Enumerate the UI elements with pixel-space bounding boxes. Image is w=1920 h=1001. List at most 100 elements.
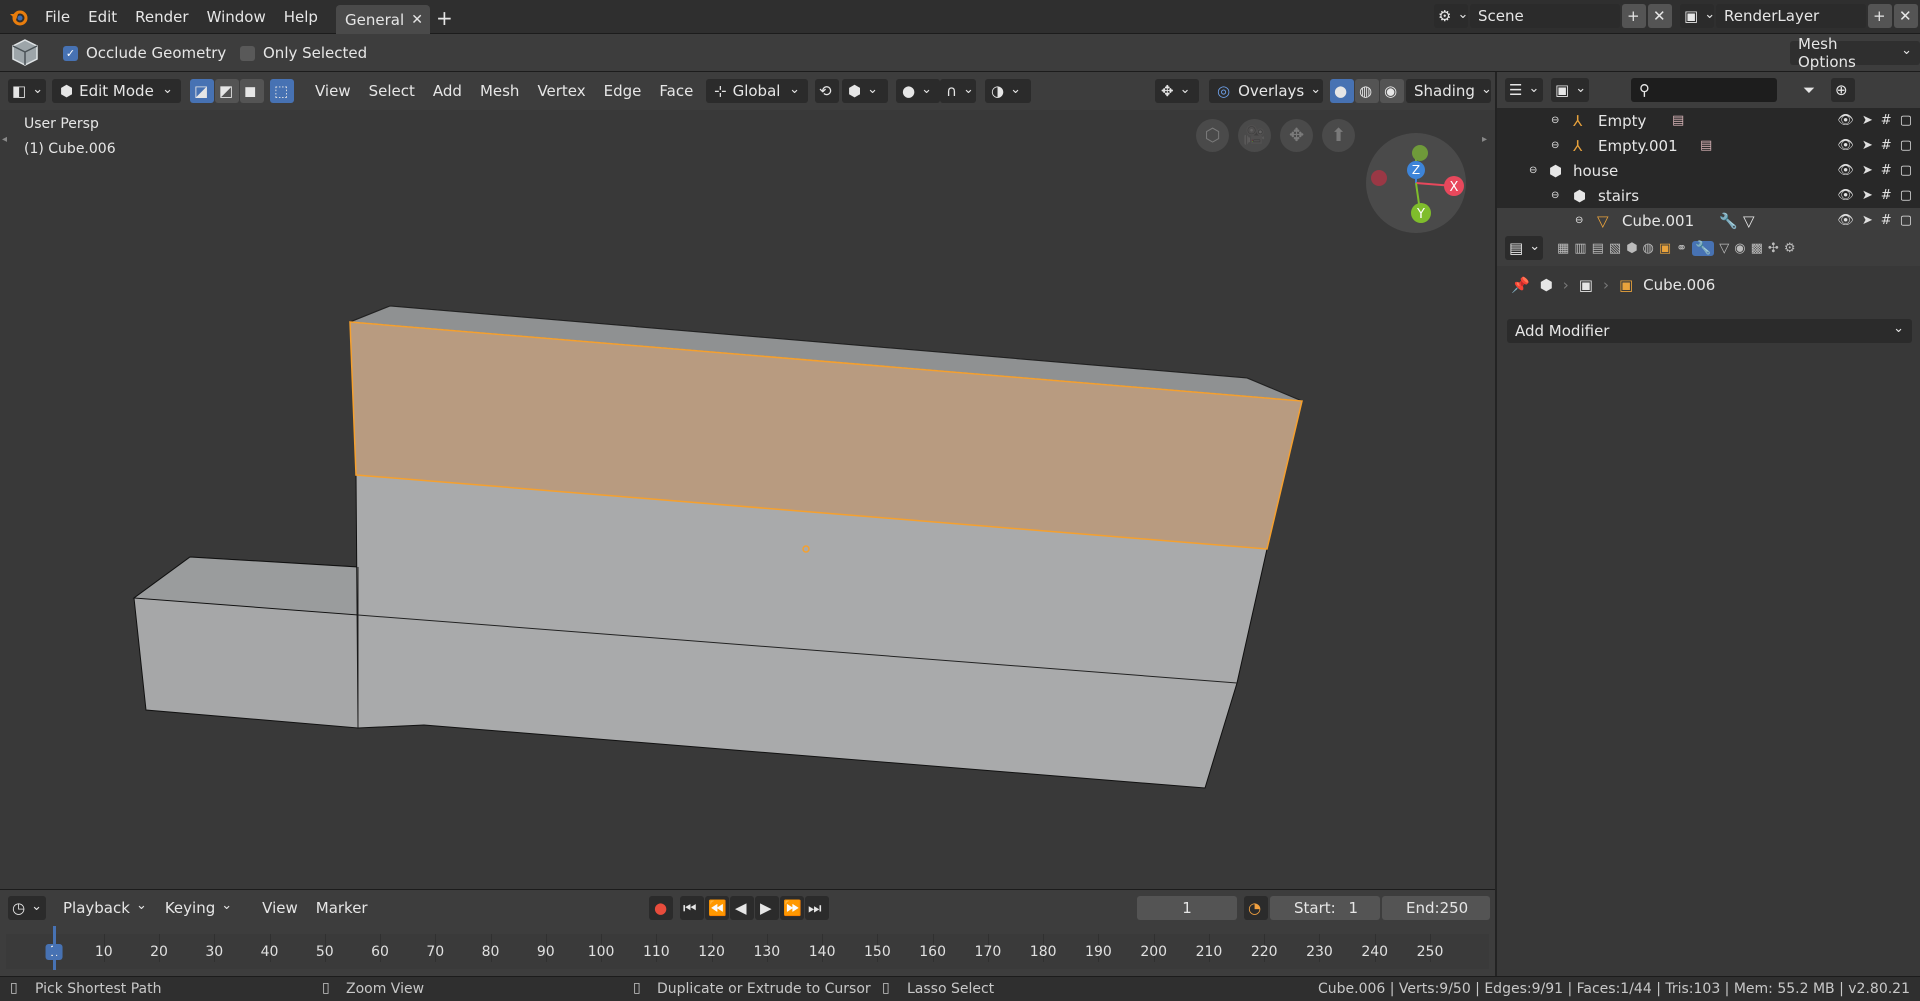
eye-icon[interactable]: 👁 [1837, 113, 1854, 128]
render-disable-icon[interactable]: ▢ [1900, 113, 1912, 128]
output-tab-icon[interactable]: ▤ [1592, 241, 1604, 256]
world-tab-icon[interactable]: ◍ [1643, 241, 1654, 256]
add-modifier-dropdown[interactable]: Add Modifier [1507, 319, 1912, 343]
outliner-row-house[interactable]: ⊖ ⬢ house 👁 ➤ # ▢ [1497, 158, 1920, 183]
render-layer-name-field[interactable]: RenderLayer [1716, 4, 1866, 28]
outliner-item-label[interactable]: Empty [1598, 112, 1646, 130]
outliner-row-stairs[interactable]: ⊖ ⬢ stairs 👁 ➤ # ▢ [1497, 183, 1920, 208]
texture-tab-icon[interactable]: ▩ [1751, 241, 1763, 256]
expand-icon[interactable]: ⊖ [1575, 215, 1583, 226]
jump-keyframe-forward-icon[interactable]: ⏩ [780, 896, 804, 920]
frame-ruler[interactable]: 1102030405060708090100110120130140150160… [6, 934, 1489, 969]
new-collection-icon[interactable]: ⊕ [1831, 78, 1856, 102]
mesh-object[interactable] [0, 72, 1495, 889]
eye-icon[interactable]: 👁 [1837, 188, 1854, 203]
scene-browse-button[interactable]: ⚙ [1434, 4, 1468, 28]
start-frame-field[interactable]: Start: 1 [1270, 896, 1380, 920]
record-icon[interactable]: ● [649, 896, 673, 920]
outliner-item-label[interactable]: house [1573, 162, 1618, 180]
pin-icon[interactable]: 📌 [1511, 276, 1530, 294]
render-disable-icon[interactable]: ▢ [1900, 138, 1912, 153]
blender-logo-icon[interactable] [8, 6, 30, 28]
outliner-row-empty-001[interactable]: ⊖ ⅄ Empty.001 ▤ 👁 ➤ # ▢ [1497, 133, 1920, 158]
menu-window[interactable]: Window [198, 4, 275, 30]
outliner-row-empty[interactable]: ⊖ ⅄ Empty ▤ 👁 ➤ # ▢ [1497, 108, 1920, 133]
menu-marker[interactable]: Marker [307, 895, 377, 921]
scene-name-field[interactable]: Scene [1470, 4, 1620, 28]
modifier-tab-icon[interactable]: 🔧 [1692, 240, 1715, 256]
select-icon[interactable]: ➤ [1862, 163, 1873, 178]
eye-icon[interactable]: 👁 [1837, 163, 1854, 178]
eye-icon[interactable]: 👁 [1837, 138, 1854, 153]
display-mode-icon[interactable]: ▣ [1551, 78, 1589, 102]
outliner-item-label[interactable]: stairs [1598, 187, 1639, 205]
view-layer-tab-icon[interactable]: ▧ [1609, 241, 1621, 256]
menu-edit[interactable]: Edit [79, 4, 126, 30]
timeline-editor-type-icon[interactable]: ◷ [8, 896, 46, 920]
render-tab-icon[interactable]: ▥ [1574, 241, 1586, 256]
only-selected-checkbox[interactable] [240, 45, 255, 61]
delete-render-layer-button[interactable]: ✕ [1894, 4, 1918, 28]
select-icon[interactable]: ➤ [1862, 113, 1873, 128]
outliner-search-input[interactable]: ⚲ [1631, 78, 1777, 102]
mesh-options-dropdown[interactable]: Mesh Options [1790, 35, 1920, 71]
play-icon[interactable]: ▶ [755, 896, 779, 920]
render-disable-icon[interactable]: ▢ [1900, 188, 1912, 203]
render-disable-icon[interactable]: ▢ [1900, 163, 1912, 178]
active-tool-icon[interactable] [10, 37, 40, 67]
viewport-disable-icon[interactable]: # [1881, 163, 1892, 178]
outliner-editor-type-icon[interactable]: ☰ [1505, 78, 1543, 102]
delete-scene-button[interactable]: ✕ [1648, 4, 1672, 28]
menu-playback[interactable]: Playback [54, 895, 156, 921]
outliner-item-label[interactable]: Empty.001 [1598, 137, 1678, 155]
3d-viewport[interactable]: ◧ ⬢ Edit Mode ◪ ◩ ◼ ⬚ View Select Add Me… [0, 72, 1495, 889]
occlude-geometry-option[interactable]: ✓ Occlude Geometry [63, 44, 226, 62]
playhead[interactable] [53, 926, 56, 970]
only-selected-option[interactable]: Only Selected [240, 44, 367, 62]
breadcrumb-separator: › [1602, 276, 1609, 294]
menu-file[interactable]: File [36, 4, 79, 30]
select-icon[interactable]: ➤ [1862, 188, 1873, 203]
eye-icon[interactable]: 👁 [1837, 213, 1854, 228]
use-preview-range-icon[interactable]: ◔ [1244, 896, 1268, 920]
menu-keying[interactable]: Keying [156, 895, 241, 921]
outliner-item-label[interactable]: Cube.001 [1622, 212, 1694, 230]
material-tab-icon[interactable]: ◉ [1734, 241, 1745, 256]
select-icon[interactable]: ➤ [1862, 213, 1873, 228]
menu-view[interactable]: View [253, 895, 307, 921]
play-reverse-icon[interactable]: ◀ [730, 896, 754, 920]
select-icon[interactable]: ➤ [1862, 138, 1873, 153]
close-tab-icon[interactable]: ✕ [411, 12, 423, 28]
filter-icon[interactable]: ⏷ [1803, 81, 1815, 99]
expand-icon[interactable]: ⊖ [1551, 115, 1559, 126]
render-layer-browse-button[interactable]: ▣ [1680, 4, 1714, 28]
new-scene-button[interactable]: + [1622, 4, 1646, 28]
viewport-disable-icon[interactable]: # [1881, 113, 1892, 128]
jump-end-icon[interactable]: ⏭ [805, 896, 829, 920]
expand-icon[interactable]: ⊖ [1551, 140, 1559, 151]
tool-tab-icon[interactable]: ▦ [1557, 241, 1569, 256]
collapse-icon[interactable]: ⊖ [1529, 165, 1537, 176]
object-tab-icon[interactable]: ▣ [1659, 241, 1671, 256]
particles-tab-icon[interactable]: ✣ [1768, 241, 1779, 256]
data-tab-icon[interactable]: ▽ [1719, 241, 1729, 256]
occlude-geometry-checkbox[interactable]: ✓ [63, 45, 78, 61]
workspace-tab-general[interactable]: General ✕ [336, 5, 430, 34]
jump-start-icon[interactable]: ⏮ [680, 896, 704, 920]
collapse-icon[interactable]: ⊖ [1551, 190, 1559, 201]
viewport-disable-icon[interactable]: # [1881, 213, 1892, 228]
jump-keyframe-back-icon[interactable]: ⏪ [705, 896, 729, 920]
viewport-disable-icon[interactable]: # [1881, 138, 1892, 153]
scene-tab-icon[interactable]: ⬢ [1626, 241, 1637, 256]
properties-editor-type-icon[interactable]: ▤ [1505, 236, 1543, 260]
render-disable-icon[interactable]: ▢ [1900, 213, 1912, 228]
menu-render[interactable]: Render [126, 4, 197, 30]
new-render-layer-button[interactable]: + [1868, 4, 1892, 28]
menu-help[interactable]: Help [275, 4, 327, 30]
physics-tab-icon[interactable]: ⚙ [1784, 241, 1796, 256]
current-frame-field[interactable]: 1 [1137, 896, 1237, 920]
viewport-disable-icon[interactable]: # [1881, 188, 1892, 203]
end-frame-field[interactable]: End: 250 [1382, 896, 1490, 920]
constraints-tab-icon[interactable]: ⚭ [1676, 241, 1687, 256]
add-workspace-icon[interactable]: + [436, 6, 453, 30]
